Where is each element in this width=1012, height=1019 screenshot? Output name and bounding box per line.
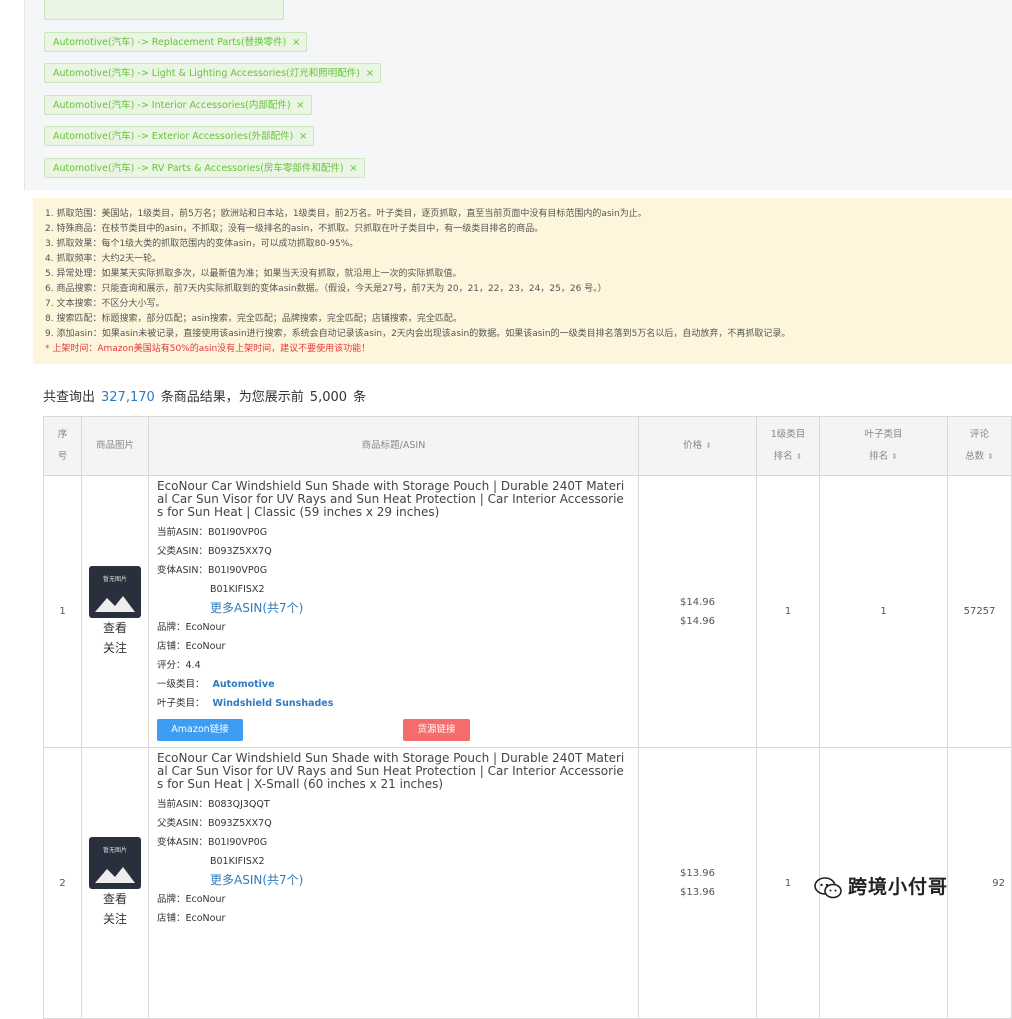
- col-leaf-rank[interactable]: 叶子类目 排名 ⬍: [819, 416, 948, 476]
- notice-line: 9. 添加asin：如果asin未被记录，直接使用该asin进行搜索，系统会自动…: [45, 329, 791, 339]
- row-reviews: 92: [947, 747, 1012, 1019]
- product-table: 序号 商品图片 商品标题/ASIN 价格 ⬍ 1级类目 排名 ⬍ 叶子类目 排名 ⬍ 评论…: [43, 416, 1012, 1019]
- product-title[interactable]: EcoNour Car Windshield Sun Shade with St…: [157, 480, 630, 519]
- close-icon[interactable]: ×: [292, 33, 300, 53]
- no-image-placeholder: 暂无图片: [89, 837, 141, 889]
- row-product-cell: EcoNour Car Windshield Sun Shade with St…: [148, 747, 639, 1019]
- close-icon[interactable]: ×: [349, 159, 357, 179]
- follow-link[interactable]: 关注: [83, 638, 147, 658]
- follow-link[interactable]: 关注: [83, 909, 147, 929]
- amazon-link-button[interactable]: Amazon链接: [157, 719, 243, 741]
- wechat-icon: [814, 876, 842, 898]
- row-buttons: Amazon链接 货源链接: [157, 717, 630, 747]
- watermark: 跨境小付哥: [814, 872, 948, 899]
- variant-asin: 变体ASIN：B01I90VP0G: [157, 837, 268, 848]
- col-image: 商品图片: [81, 416, 149, 476]
- sort-icon[interactable]: ⬍: [705, 441, 712, 450]
- col-price[interactable]: 价格 ⬍: [638, 416, 757, 476]
- notice-panel: 1. 抓取范围：美国站，1级类目，前5万名；欧洲站和日本站，1级类目，前2万名。…: [33, 198, 1012, 364]
- sort-icon[interactable]: ⬍: [987, 452, 994, 461]
- notice-warning: * 上架时间：Amazon美国站有50%的asin没有上架时间，建议不要使用该功…: [45, 344, 371, 354]
- col-reviews[interactable]: 评论 总数 ⬍: [947, 416, 1012, 476]
- notice-line: 7. 文本搜索：不区分大小写。: [45, 299, 165, 309]
- more-asin-link[interactable]: 更多ASIN(共7个): [157, 599, 630, 618]
- selected-category-panel: Automotive(汽车) -> Replacement Parts(替换零件…: [24, 0, 1012, 190]
- close-icon[interactable]: ×: [299, 127, 307, 147]
- row-reviews: 57257: [947, 475, 1012, 748]
- category-tag[interactable]: Automotive(汽车) -> Replacement Parts(替换零件…: [44, 32, 308, 53]
- variant-asin-extra: B01KIFISX2: [210, 584, 265, 595]
- category-tag-partial: [44, 0, 284, 20]
- category-tag[interactable]: Automotive(汽车) -> Exterior Accessories(外…: [44, 126, 315, 147]
- table-header-row: 序号 商品图片 商品标题/ASIN 价格 ⬍ 1级类目 排名 ⬍ 叶子类目 排名 ⬍ 评论…: [43, 416, 1012, 476]
- source-link-button[interactable]: 货源链接: [403, 719, 470, 741]
- category-tag[interactable]: Automotive(汽车) -> RV Parts & Accessories…: [44, 158, 365, 178]
- notice-line: 5. 异常处理：如果某天实际抓取多次，以最新值为准；如果当天没有抓取，就沿用上一…: [45, 269, 462, 279]
- view-link[interactable]: 查看: [83, 618, 147, 638]
- store: 店铺：EcoNour: [157, 641, 226, 652]
- result-shown: 5,000: [309, 390, 348, 405]
- no-image-placeholder: 暂无图片: [89, 565, 141, 618]
- left-gutter: [0, 0, 24, 934]
- row-price: $13.96 $13.96: [638, 747, 757, 1019]
- mountain-icon: [95, 595, 135, 612]
- col-title: 商品标题/ASIN: [148, 416, 639, 476]
- notice-line: 8. 搜索匹配：标题搜索，部分匹配；asin搜索，完全匹配；品牌搜索，完全匹配；…: [45, 314, 462, 324]
- sort-icon[interactable]: ⬍: [796, 452, 803, 461]
- leaf-category: 叶子类目： Windshield Sunshades: [157, 698, 334, 709]
- category-tag[interactable]: Automotive(汽车) -> Light & Lighting Acces…: [44, 63, 381, 83]
- level1-category: 一级类目： Automotive: [157, 679, 275, 690]
- parent-asin: 父类ASIN：B093Z5XX7Q: [157, 818, 272, 829]
- more-asin-link[interactable]: 更多ASIN(共7个): [157, 871, 630, 890]
- current-asin: 当前ASIN：B01I90VP0G: [157, 527, 268, 538]
- row-index: 2: [43, 747, 82, 1019]
- brand: 品牌：EcoNour: [157, 622, 226, 633]
- close-icon[interactable]: ×: [366, 64, 374, 84]
- row-price: $14.96 $14.96: [638, 475, 757, 748]
- row-rank1: 1: [756, 475, 820, 748]
- notice-line: 1. 抓取范围：美国站，1级类目，前5万名；欧洲站和日本站，1级类目，前2万名。…: [45, 209, 647, 219]
- result-summary: 共查询出 327,170 条商品结果，为您展示前 5,000 条: [43, 390, 367, 405]
- row-image-cell: 暂无图片 查看 关注: [81, 747, 149, 1019]
- row-index: 1: [43, 475, 82, 748]
- row-leaf-rank: 1: [819, 475, 948, 748]
- notice-line: 3. 抓取效果：每个1级大类的抓取范围内的变体asin，可以成功抓取80-95%…: [45, 239, 359, 249]
- current-asin: 当前ASIN：B083QJ3QQT: [157, 799, 270, 810]
- row-image-cell: 暂无图片 查看 关注: [81, 475, 149, 748]
- brand: 品牌：EcoNour: [157, 894, 226, 905]
- notice-line: 2. 特殊商品：在枝节类目中的asin，不抓取；没有一级排名的asin，不抓取。…: [45, 224, 544, 234]
- mountain-icon: [95, 867, 135, 883]
- variant-asin: 变体ASIN：B01I90VP0G: [157, 565, 268, 576]
- category-tag[interactable]: Automotive(汽车) -> Interior Accessories(内…: [44, 95, 312, 115]
- product-title[interactable]: EcoNour Car Windshield Sun Shade with St…: [157, 752, 630, 791]
- leaf-category-link[interactable]: Windshield Sunshades: [213, 698, 334, 709]
- close-icon[interactable]: ×: [296, 96, 304, 116]
- notice-line: 6. 商品搜索：只能查询和展示，前7天内实际抓取到的变体asin数据。（假设，今…: [45, 284, 607, 294]
- level1-category-link[interactable]: Automotive: [213, 679, 275, 690]
- sort-icon[interactable]: ⬍: [891, 452, 898, 461]
- col-rank1[interactable]: 1级类目 排名 ⬍: [756, 416, 820, 476]
- variant-asin-extra: B01KIFISX2: [210, 856, 265, 867]
- notice-line: 4. 抓取频率：大约2天一轮。: [45, 254, 162, 264]
- store: 店铺：EcoNour: [157, 913, 226, 924]
- row-rank1: 1: [756, 747, 820, 1019]
- parent-asin: 父类ASIN：B093Z5XX7Q: [157, 546, 272, 557]
- result-total: 327,170: [101, 390, 155, 405]
- table-row: 1 暂无图片 查看 关注 EcoNour Car Windshield Sun …: [43, 475, 1012, 748]
- view-link[interactable]: 查看: [83, 889, 147, 909]
- rating: 评分：4.4: [157, 660, 201, 671]
- row-product-cell: EcoNour Car Windshield Sun Shade with St…: [148, 475, 639, 748]
- col-index: 序号: [43, 416, 82, 476]
